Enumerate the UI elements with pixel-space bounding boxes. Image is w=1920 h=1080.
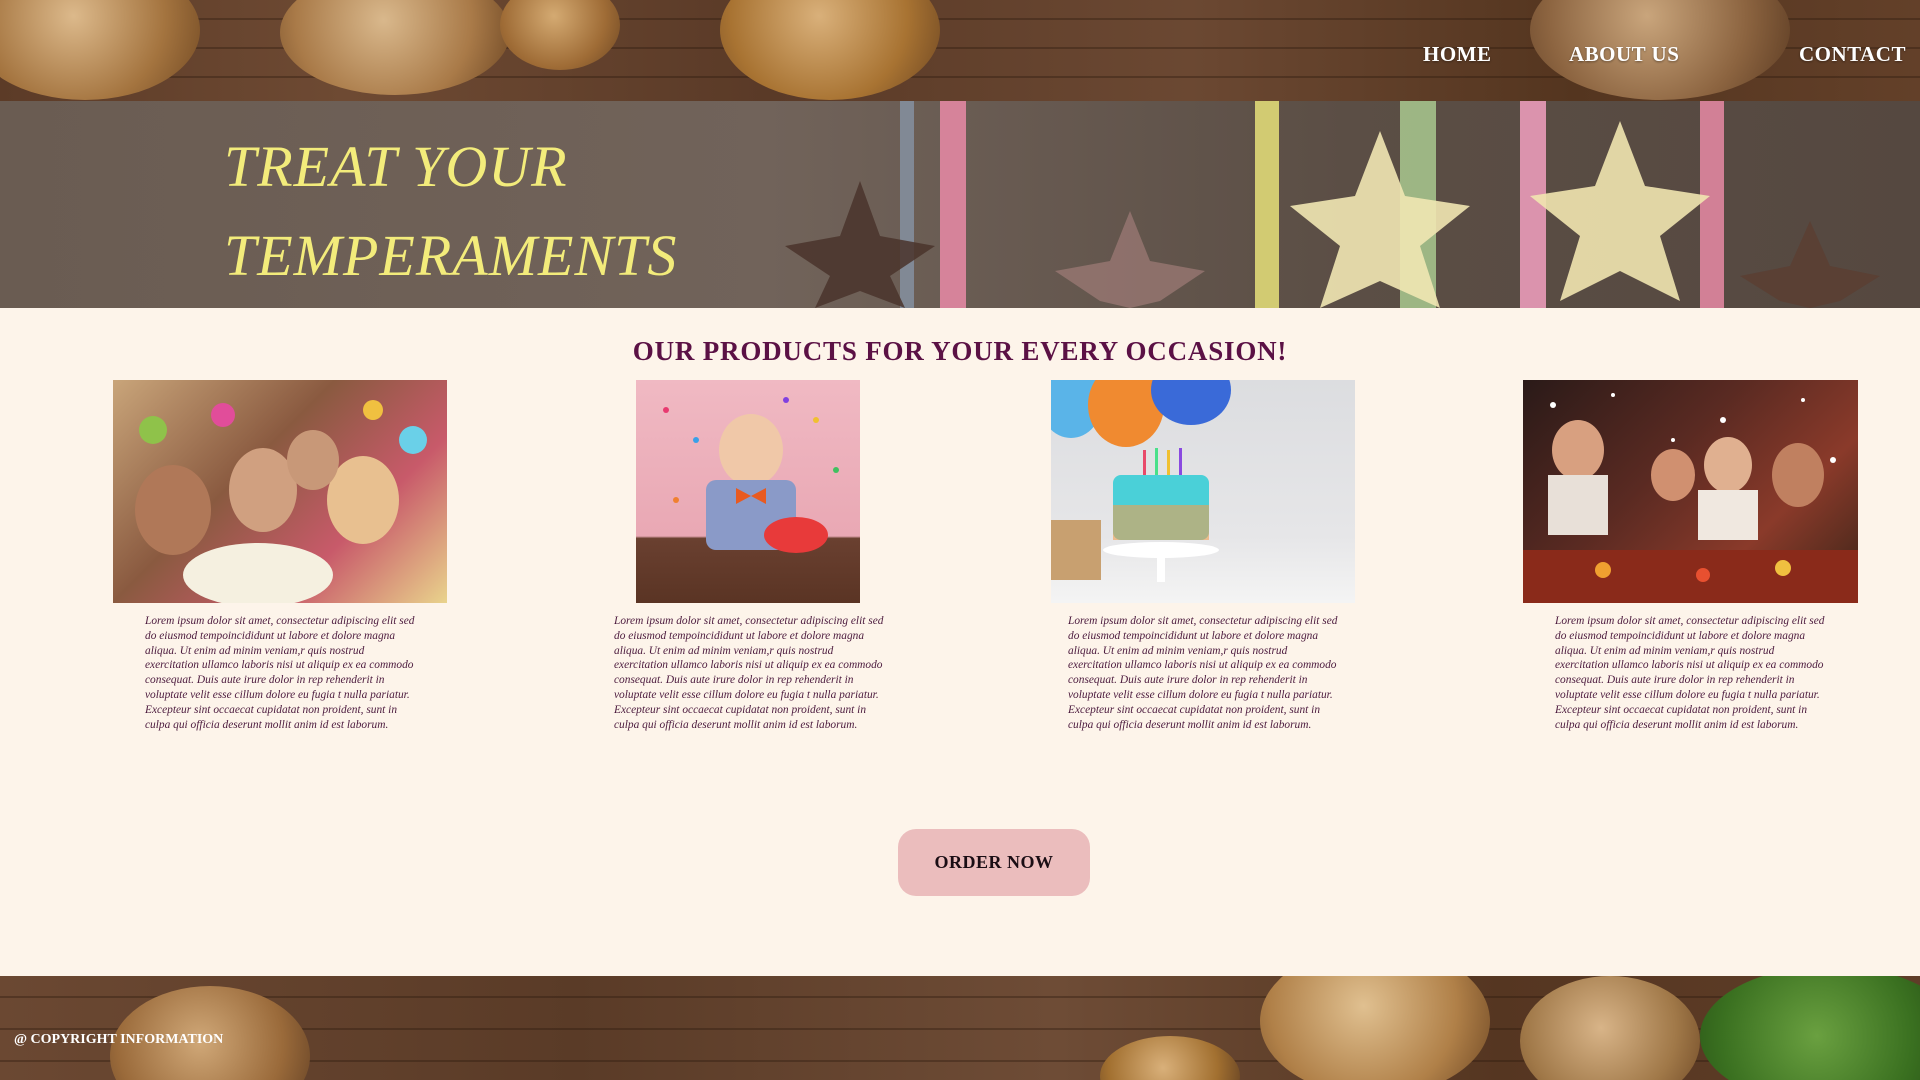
nav-about-link[interactable]: ABOUT US <box>1569 42 1679 67</box>
product-image-cake <box>1051 380 1355 603</box>
product-image-boy <box>636 380 860 603</box>
christmas-dinner-photo <box>1523 393 1858 603</box>
bread-roll-image <box>1260 976 1490 1080</box>
site-header: HOME ABOUT US CONTACT <box>0 0 1920 101</box>
copyright-text: @ COPYRIGHT INFORMATION <box>14 1032 224 1047</box>
boy-birthday-cake-photo <box>663 397 839 553</box>
products-heading: OUR PRODUCTS FOR YOUR EVERY OCCASION! <box>632 336 1288 366</box>
bread-roll-image <box>500 0 620 70</box>
bread-roll-image <box>1100 1036 1240 1080</box>
hero-title-line-1: TREAT YOUR <box>224 134 568 199</box>
nav-contact-link[interactable]: CONTACT <box>1799 42 1906 67</box>
product-description-3: Lorem ipsum dolor sit amet, consectetur … <box>1068 615 1338 731</box>
hero-banner: TREAT YOUR TEMPERAMENTS <box>0 101 1920 308</box>
order-now-button[interactable]: ORDER NOW <box>898 829 1090 896</box>
site-footer: @ COPYRIGHT INFORMATION <box>0 976 1920 1080</box>
bread-roll-image <box>1520 976 1700 1080</box>
product-description-1: Lorem ipsum dolor sit amet, consectetur … <box>145 615 415 731</box>
product-image-party <box>113 380 447 603</box>
birthday-cake-balloons-photo <box>1051 380 1231 582</box>
product-image-christmas <box>1523 380 1858 603</box>
bread-roll-image <box>280 0 510 95</box>
product-description-2: Lorem ipsum dolor sit amet, consectetur … <box>614 615 884 731</box>
product-description-4: Lorem ipsum dolor sit amet, consectetur … <box>1555 615 1825 731</box>
nav-home-link[interactable]: HOME <box>1423 42 1492 67</box>
hero-title-line-2: TEMPERAMENTS <box>224 223 678 288</box>
bread-roll-image <box>720 0 940 100</box>
parsley-image <box>1700 976 1920 1080</box>
bread-roll-image <box>0 0 200 100</box>
party-celebration-photo <box>135 400 427 603</box>
